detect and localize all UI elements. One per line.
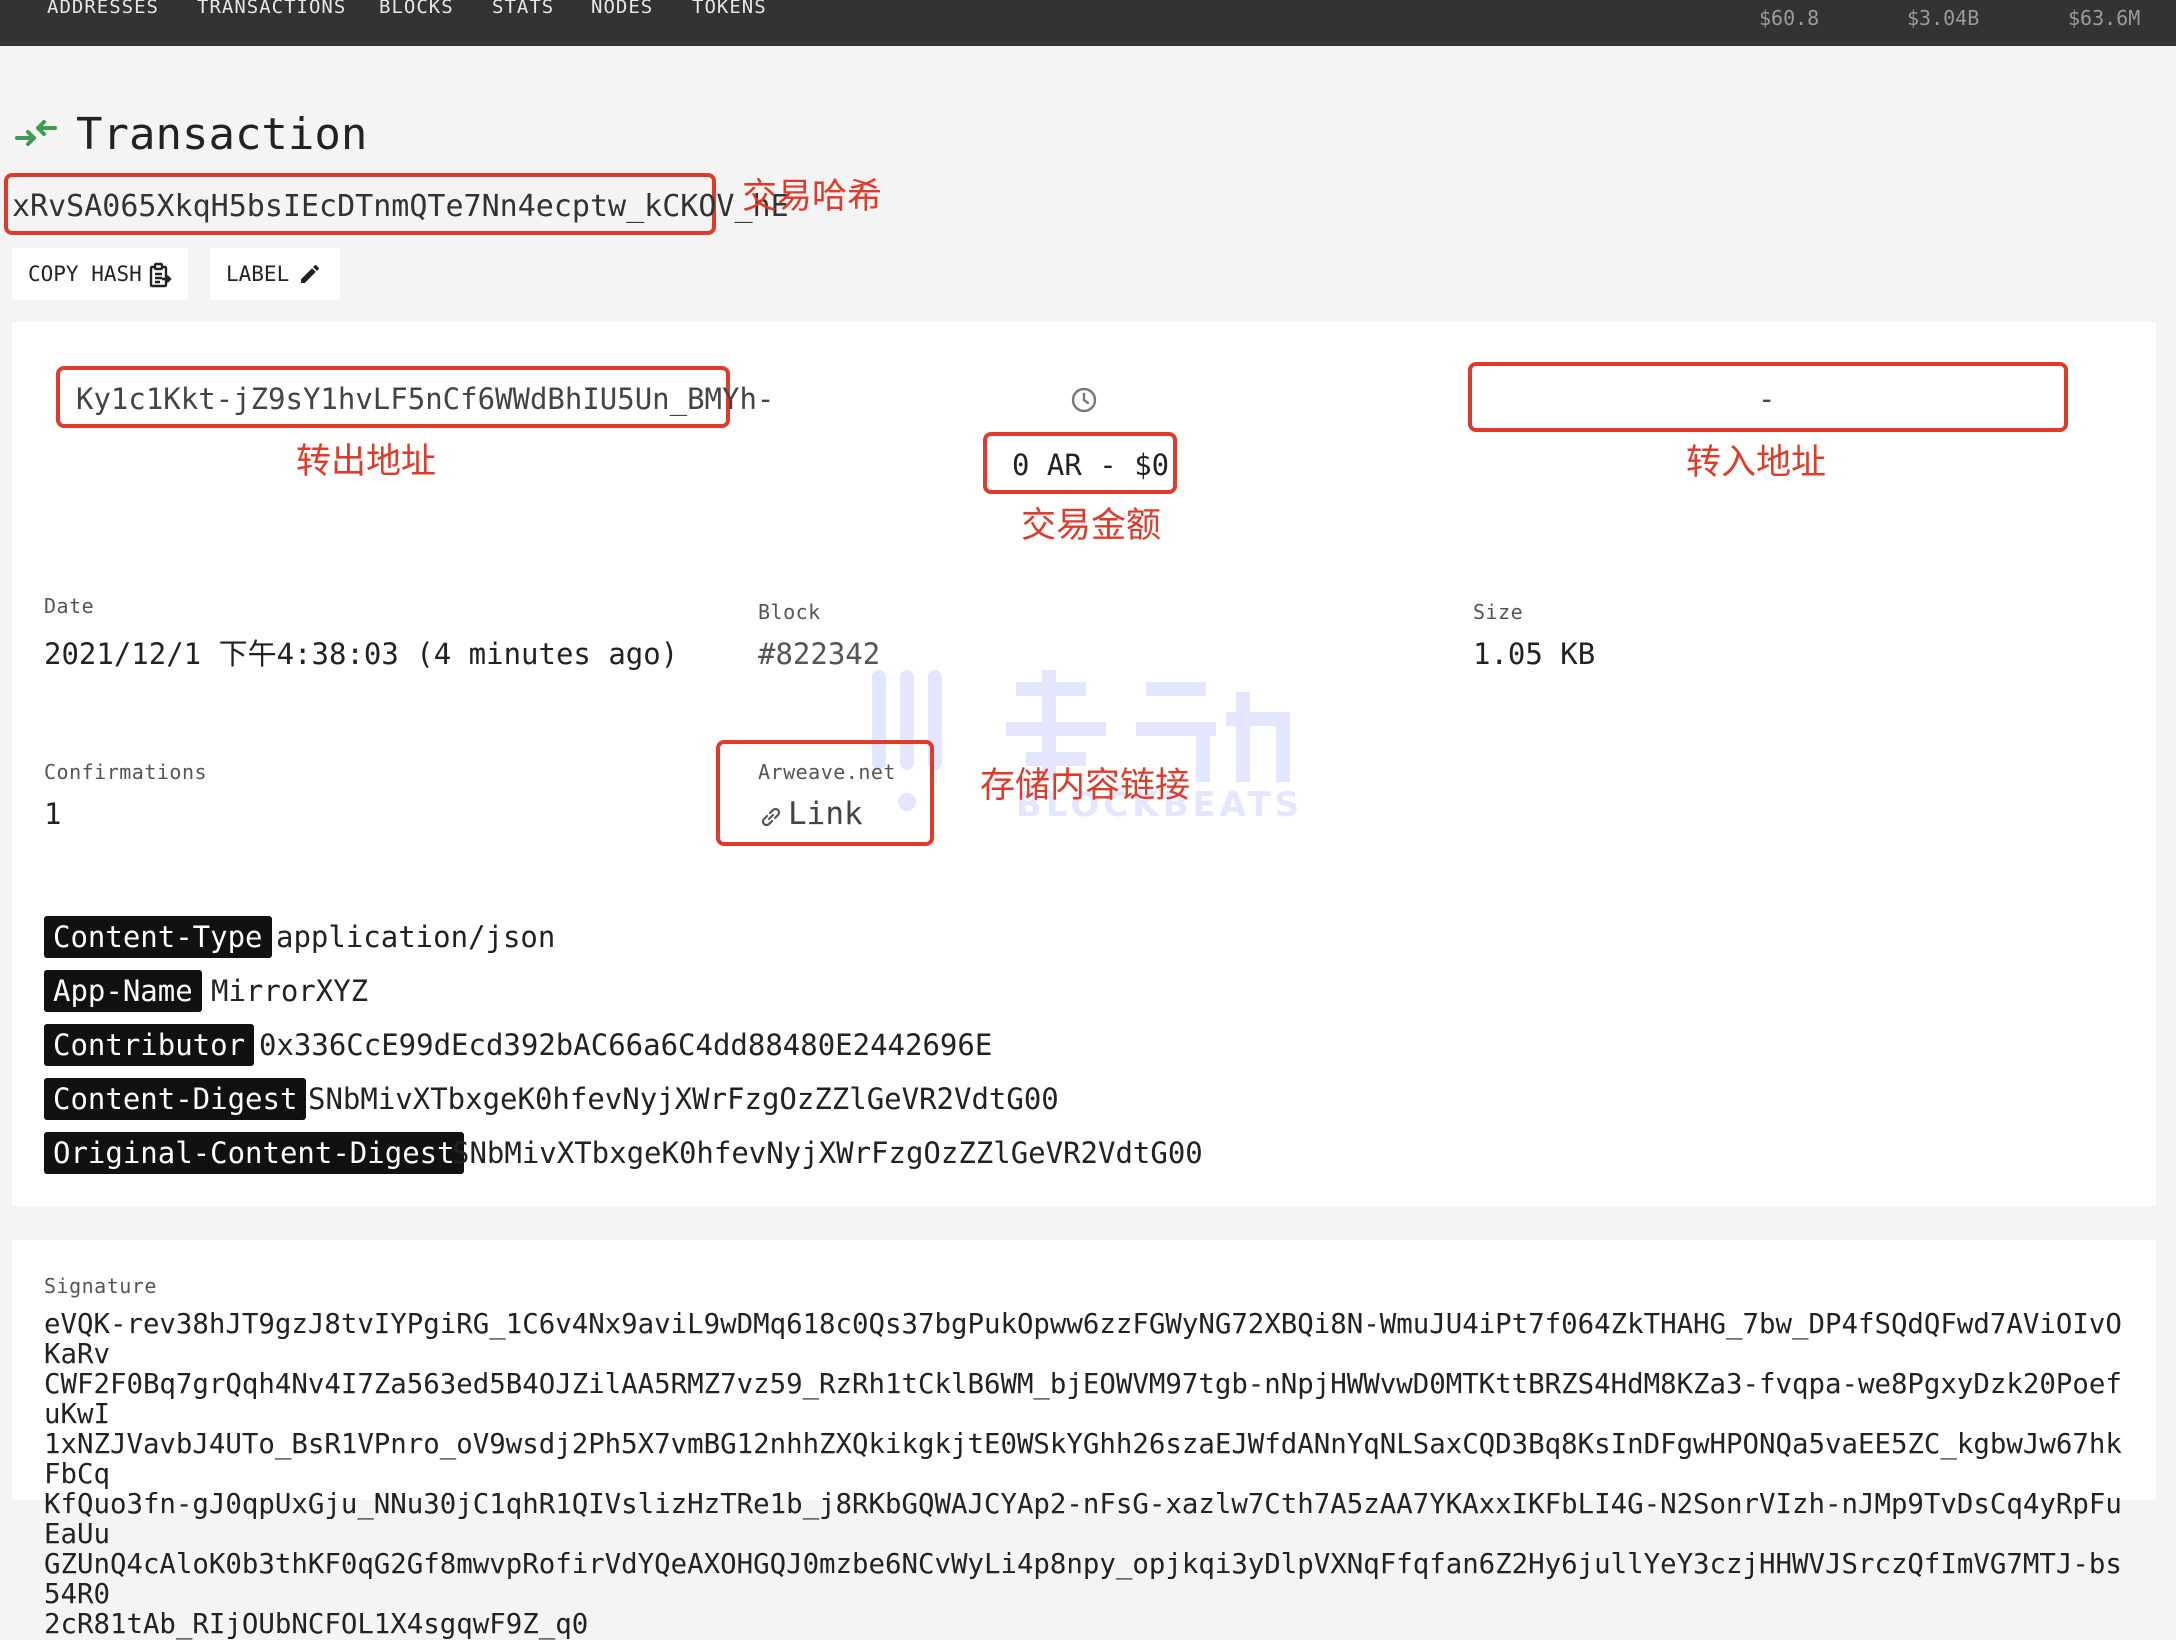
nav-transactions[interactable]: TRANSACTIONS	[197, 0, 346, 17]
annotation-tx-hash: 交易哈希	[742, 177, 883, 217]
clock-icon	[1071, 387, 1097, 413]
size-value: 1.05 KB	[1473, 637, 1596, 671]
arweave-link-text: Link	[788, 796, 863, 832]
size-label: Size	[1473, 600, 1524, 624]
confirmations-label: Confirmations	[44, 760, 208, 784]
tag-key: App-Name	[44, 970, 202, 1012]
link-icon	[761, 807, 781, 827]
annotation-from-address: 转出地址	[296, 442, 437, 482]
annotation-storage-link: 存储内容链接	[980, 766, 1191, 806]
copy-hash-button[interactable]: COPY HASH	[12, 248, 188, 300]
tag-key: Content-Digest	[44, 1078, 307, 1120]
top-nav-bar: ADDRESSES TRANSACTIONS BLOCKS STATS NODE…	[0, 0, 2176, 46]
nav-nodes[interactable]: NODES	[591, 0, 653, 17]
signature-label: Signature	[44, 1274, 157, 1298]
tag-value: SNbMivXTbxgeK0hfevNyjXWrFzgOzZZlGeVR2Vdt…	[452, 1136, 1203, 1170]
price-volume: $63.6M	[2068, 6, 2141, 30]
date-label: Date	[44, 594, 95, 618]
tag-value: SNbMivXTbxgeK0hfevNyjXWrFzgOzZZlGeVR2Vdt…	[308, 1082, 1059, 1116]
tag-value: application/json	[276, 920, 556, 954]
to-address: -	[1758, 382, 1776, 416]
nav-stats[interactable]: STATS	[492, 0, 554, 17]
page-title: Transaction	[76, 109, 368, 160]
tag-value: 0x336CcE99dEcd392bAC66a6C4dd88480E244269…	[259, 1028, 993, 1062]
label-button[interactable]: LABEL	[210, 248, 340, 300]
nav-tokens[interactable]: TOKENS	[692, 0, 767, 17]
from-address[interactable]: Ky1c1Kkt-jZ9sY1hvLF5nCf6WWdBhIU5Un_BMYh-	[76, 381, 774, 417]
nav-blocks[interactable]: BLOCKS	[379, 0, 454, 17]
transfer-amount: 0 AR - $0	[1012, 448, 1170, 482]
copy-hash-label: COPY HASH	[28, 262, 142, 286]
price-market-cap: $3.04B	[1907, 6, 1980, 30]
transaction-hash: xRvSA065XkqH5bsIEcDTnmQTe7Nn4ecptw_kCKOV…	[12, 189, 789, 224]
block-link[interactable]: #822342	[758, 636, 880, 672]
tag-key: Original-Content-Digest	[44, 1132, 464, 1174]
block-label: Block	[758, 600, 821, 624]
tag-key: Contributor	[44, 1024, 255, 1066]
signature-value: eVQK-rev38hJT9gzJ8tvIYPgiRG_1C6v4Nx9aviL…	[44, 1309, 2122, 1640]
arweave-label: Arweave.net	[758, 760, 896, 784]
date-value: 2021/12/1 下午4:38:03 (4 minutes ago)	[44, 637, 679, 671]
nav-addresses[interactable]: ADDRESSES	[47, 0, 159, 17]
clipboard-icon	[149, 262, 172, 288]
pencil-icon	[301, 265, 319, 283]
label-button-text: LABEL	[226, 262, 290, 286]
transfer-arrows-icon	[15, 120, 57, 146]
price-ar: $60.8	[1759, 6, 1820, 30]
confirmations-value: 1	[44, 797, 62, 831]
annotation-amount: 交易金额	[1021, 506, 1162, 546]
tag-value: MirrorXYZ	[211, 974, 369, 1008]
annotation-to-address: 转入地址	[1686, 443, 1827, 483]
tag-key: Content-Type	[44, 916, 272, 958]
